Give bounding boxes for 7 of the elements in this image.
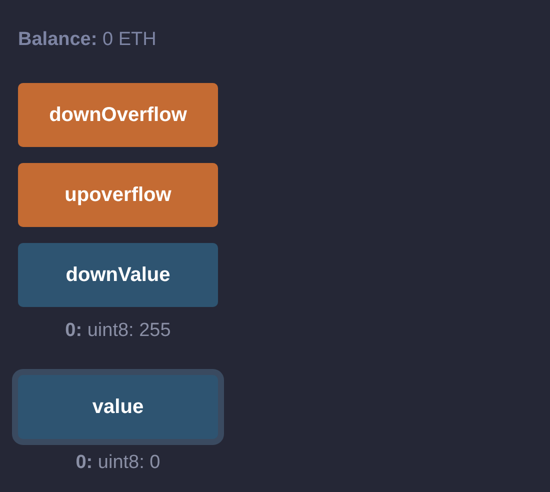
- balance-text: Balance: 0 ETH: [18, 28, 158, 52]
- function-button[interactable]: downOverflow: [18, 83, 218, 147]
- function-button[interactable]: downValue: [18, 243, 218, 307]
- output-text: 0: uint8: 0: [74, 451, 162, 475]
- function-button[interactable]: value: [18, 375, 218, 439]
- function-button[interactable]: upoverflow: [18, 163, 218, 227]
- output-text: 0: uint8: 255: [64, 319, 172, 343]
